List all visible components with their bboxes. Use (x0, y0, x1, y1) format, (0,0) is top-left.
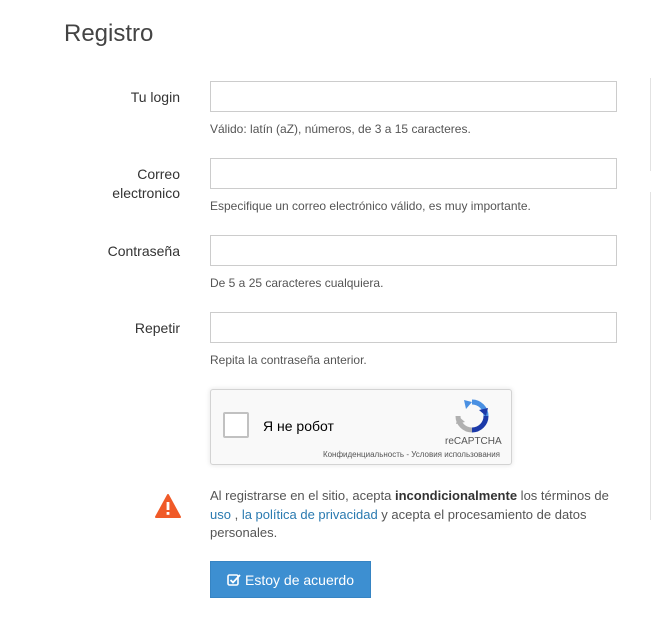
check-square-icon (227, 573, 241, 586)
repeat-password-label: Repetir (134, 320, 180, 336)
recaptcha-privacy-link[interactable]: Конфиденциальность (323, 450, 404, 459)
terms-notice: Al registrarse en el sitio, acepta incon… (210, 487, 620, 543)
repeat-password-hint: Repita la contraseña anterior. (210, 353, 367, 367)
email-input[interactable] (210, 158, 617, 189)
login-hint: Válido: latín (aZ), números, de 3 a 15 c… (210, 122, 471, 136)
recaptcha-brand: reCAPTCHA (445, 436, 502, 447)
agree-submit-button[interactable]: Estoy de acuerdo (210, 561, 371, 598)
privacy-policy-link[interactable]: la política de privacidad (242, 507, 378, 522)
page-title: Registro (64, 20, 154, 47)
recaptcha-label: Я не робот (263, 418, 334, 434)
email-label-line1: Correo (137, 166, 180, 182)
notice-comma: , (230, 506, 242, 522)
right-divider-top (650, 78, 651, 171)
password-input[interactable] (210, 235, 617, 266)
recaptcha-links: Конфиденциальность - Условия использован… (323, 450, 500, 459)
email-label-line2: electronico (112, 185, 180, 201)
notice-middle: los términos de (517, 488, 609, 503)
warning-icon (155, 494, 181, 518)
password-label: Contraseña (107, 243, 180, 259)
repeat-password-input[interactable] (210, 312, 617, 343)
recaptcha-checkbox[interactable] (223, 412, 249, 438)
recaptcha-terms-link[interactable]: Условия использования (411, 450, 500, 459)
login-label: Tu login (130, 89, 180, 105)
terms-of-use-link[interactable]: uso (210, 507, 231, 522)
agree-submit-label: Estoy de acuerdo (245, 571, 354, 588)
email-label: Correo electronico (112, 165, 180, 203)
password-hint: De 5 a 25 caracteres cualquiera. (210, 276, 384, 290)
notice-prefix: Al registrarse en el sitio, acepta (210, 488, 395, 503)
recaptcha-widget: Я не робот reCAPTCHA Конфиденциальность … (210, 389, 512, 465)
email-hint: Especifique un correo electrónico válido… (210, 199, 531, 213)
right-divider-bottom (650, 192, 651, 520)
recaptcha-logo-icon (455, 399, 489, 433)
login-input[interactable] (210, 81, 617, 112)
notice-emphasis: incondicionalmente (394, 488, 518, 503)
